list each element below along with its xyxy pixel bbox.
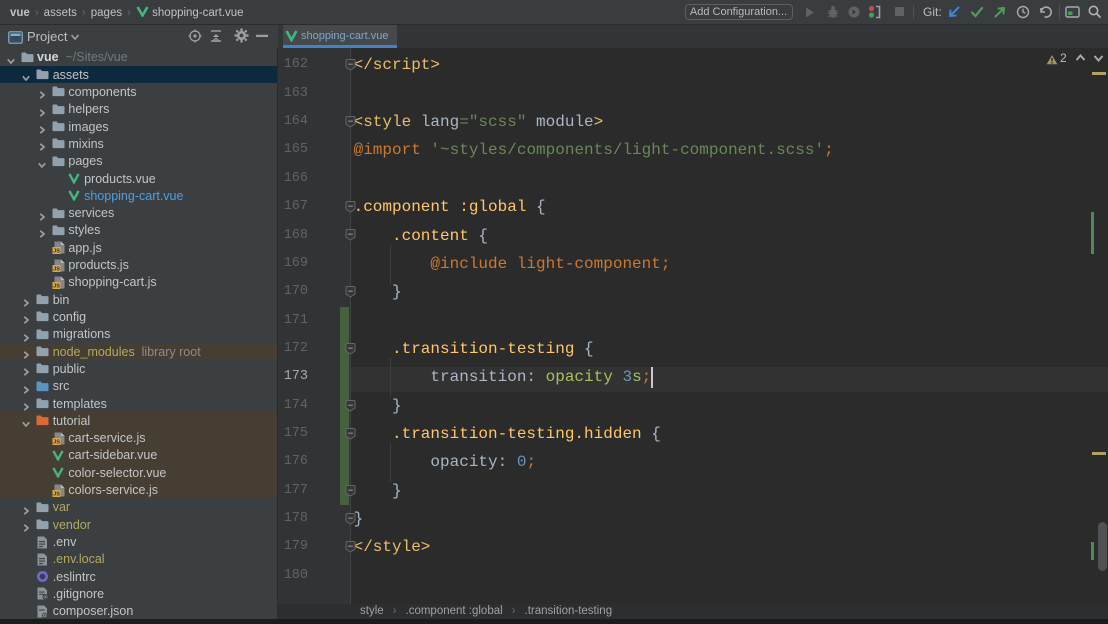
svg-text:JS: JS: [53, 249, 60, 254]
svg-text:JS: JS: [53, 283, 60, 288]
svg-text:JS: JS: [53, 439, 60, 444]
svg-text:JS: JS: [53, 491, 60, 496]
svg-text:JS: JS: [53, 266, 60, 271]
